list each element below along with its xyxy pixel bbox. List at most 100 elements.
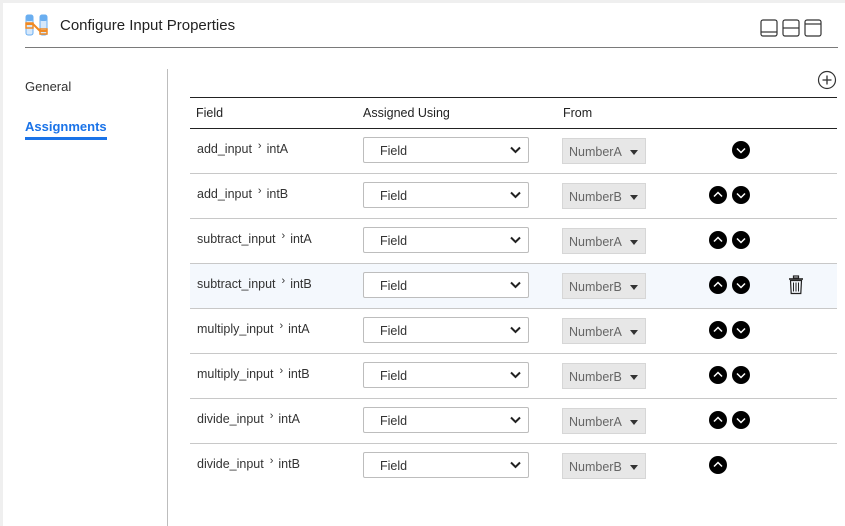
assigned-using-value: Field [380,369,408,383]
caret-down-icon [630,420,638,425]
sidebar-item-general[interactable]: General [25,79,71,94]
chevron-down-icon [510,146,521,154]
assigned-using-select[interactable]: Field [363,317,529,343]
from-value: NumberA [569,235,622,249]
column-header-field: Field [196,106,224,120]
field-parent: multiply_input [197,322,274,336]
assigned-using-select[interactable]: Field [363,407,529,433]
assigned-using-select[interactable]: Field [363,362,529,388]
table-row: divide_input › intB Field NumberB [190,444,837,488]
sidebar: General Assignments [25,69,168,526]
configure-input-properties-panel: Configure Input Properties General Assig… [3,3,845,526]
field-name: intA [266,142,289,156]
assigned-using-select[interactable]: Field [363,137,529,163]
move-down-icon[interactable] [732,141,750,159]
field-path: multiply_input › intB [197,365,310,381]
caret-down-icon [630,195,638,200]
chevron-right-icon: › [279,320,284,332]
assigned-using-select[interactable]: Field [363,272,529,298]
assigned-using-value: Field [380,144,408,158]
from-select[interactable]: NumberA [562,408,646,434]
assigned-using-value: Field [380,189,408,203]
move-down-icon[interactable] [732,411,750,429]
assigned-using-value: Field [380,324,408,338]
chevron-right-icon: › [269,455,274,467]
table-row: divide_input › intA Field NumberA [190,399,837,444]
field-path: add_input › intB [197,185,289,201]
from-value: NumberA [569,145,622,159]
caret-down-icon [630,285,638,290]
from-value: NumberA [569,415,622,429]
layout-bottom-panel-icon[interactable] [760,19,778,37]
move-up-icon[interactable] [709,411,727,429]
move-down-icon[interactable] [732,321,750,339]
chevron-down-icon [510,281,521,289]
chevron-down-icon [510,191,521,199]
assigned-using-select[interactable]: Field [363,182,529,208]
field-name: intA [278,412,300,426]
page-title: Configure Input Properties [60,17,236,34]
assigned-using-value: Field [380,459,408,473]
table-row: add_input › intB Field NumberB [190,174,837,219]
from-select[interactable]: NumberB [562,363,646,389]
field-parent: divide_input [197,457,264,471]
from-select[interactable]: NumberA [562,318,646,344]
caret-down-icon [630,330,638,335]
assigned-using-value: Field [380,279,408,293]
move-up-icon[interactable] [709,186,727,204]
sidebar-item-assignments[interactable]: Assignments [25,119,107,140]
field-path: subtract_input › intB [197,275,312,291]
chevron-right-icon: › [281,230,286,242]
move-down-icon[interactable] [732,276,750,294]
mapping-icon [25,14,48,36]
move-down-icon[interactable] [732,231,750,249]
field-parent: multiply_input [197,367,274,381]
chevron-down-icon [510,236,521,244]
table-row: multiply_input › intA Field NumberA [190,309,837,354]
assigned-using-select[interactable]: Field [363,452,529,478]
from-select[interactable]: NumberA [562,138,646,164]
field-name: intA [290,232,312,246]
column-header-assigned-using: Assigned Using [363,106,450,120]
from-select[interactable]: NumberB [562,453,646,479]
table-body: add_input › intA Field NumberA add_input › i… [190,129,837,488]
assigned-using-value: Field [380,234,408,248]
panel-header: Configure Input Properties [25,3,838,48]
from-select[interactable]: NumberB [562,183,646,209]
field-name: intB [266,187,289,201]
table-row: subtract_input › intA Field NumberA [190,219,837,264]
layout-top-panel-icon[interactable] [804,19,822,37]
table-row: add_input › intA Field NumberA [190,129,837,174]
layout-toggle-group [760,19,822,37]
chevron-down-icon [510,416,521,424]
from-value: NumberB [569,370,622,384]
from-value: NumberB [569,190,622,204]
from-select[interactable]: NumberA [562,228,646,254]
move-up-icon[interactable] [709,231,727,249]
from-value: NumberB [569,460,622,474]
move-up-icon[interactable] [709,276,727,294]
chevron-right-icon: › [281,275,286,287]
table-row: subtract_input › intB Field NumberB [190,264,837,309]
field-path: divide_input › intA [197,410,300,426]
caret-down-icon [630,375,638,380]
assigned-using-select[interactable]: Field [363,227,529,253]
chevron-down-icon [510,326,521,334]
chevron-right-icon: › [279,365,284,377]
field-name: intA [288,322,310,336]
layout-split-icon[interactable] [782,19,800,37]
field-name: intB [288,367,310,381]
move-up-icon[interactable] [709,456,727,474]
from-select[interactable]: NumberB [562,273,646,299]
move-up-icon[interactable] [709,321,727,339]
caret-down-icon [630,240,638,245]
field-path: subtract_input › intA [197,230,312,246]
move-down-icon[interactable] [732,366,750,384]
chevron-right-icon: › [257,185,262,197]
move-down-icon[interactable] [732,186,750,204]
add-circle-icon[interactable] [817,70,837,90]
move-up-icon[interactable] [709,366,727,384]
from-value: NumberB [569,280,622,294]
caret-down-icon [630,465,638,470]
delete-icon[interactable] [788,275,804,295]
